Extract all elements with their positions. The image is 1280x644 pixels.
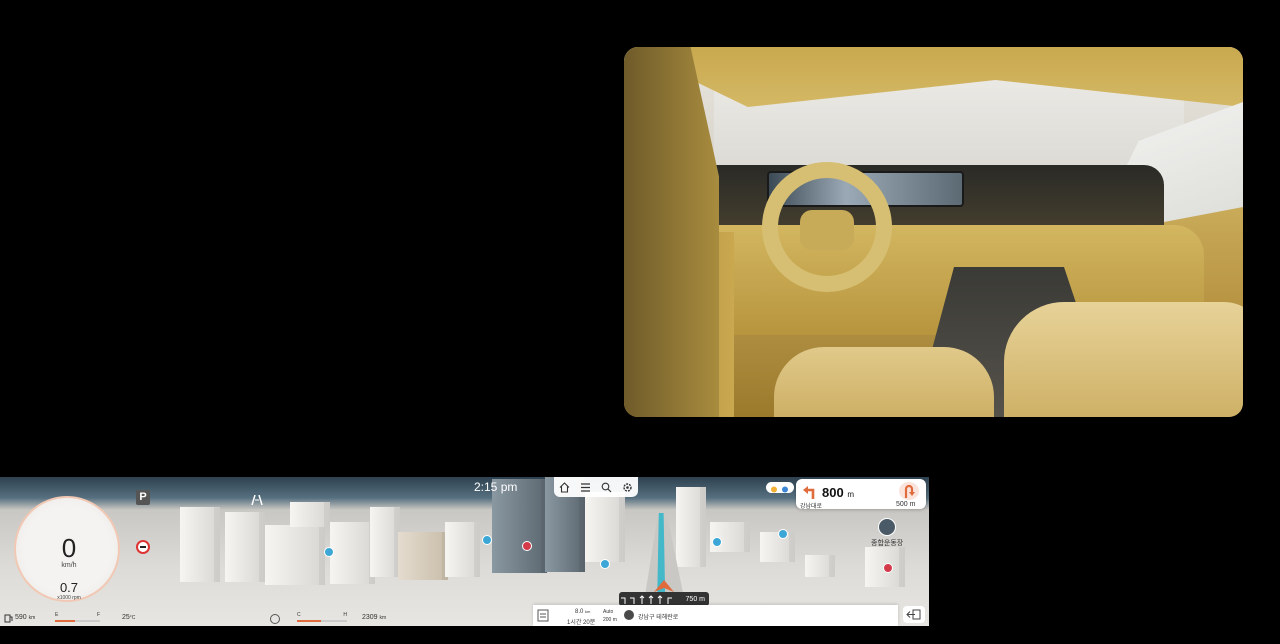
- remaining-distance-value: 8.0: [575, 609, 584, 615]
- menu-icon: [581, 482, 590, 492]
- turn-distance-value: 800: [822, 485, 844, 500]
- building: [225, 512, 265, 582]
- weather-icon: [771, 486, 788, 493]
- poi-marker[interactable]: [778, 529, 788, 539]
- lane-guidance: 750 m: [619, 592, 709, 606]
- home-button[interactable]: [558, 480, 572, 494]
- auto-hold-icon: [270, 614, 280, 624]
- remaining-distance: 8.0 km: [575, 609, 590, 615]
- coolant-gauge-fill: [297, 620, 321, 622]
- poi-marker[interactable]: [600, 559, 610, 569]
- lane-straight-icon: [646, 594, 655, 604]
- place-label: 종합운동장: [871, 540, 904, 547]
- clock: 2:15 pm: [474, 480, 518, 494]
- map-scale: 200 m: [603, 617, 617, 623]
- map-toolbar: [554, 477, 638, 497]
- turn-guidance-card[interactable]: 800 m 강남대로 500 m: [796, 479, 926, 510]
- vehicle-position-icon: [654, 580, 674, 592]
- fuel-full-label: F: [96, 612, 100, 618]
- remaining-distance-unit: km: [585, 609, 591, 614]
- poi-marker[interactable]: [712, 537, 722, 547]
- rpm-value: 0.7: [59, 580, 79, 595]
- speedometer: 0 km/h 0.7 x1000 rpm: [14, 496, 120, 602]
- next-turn-distance: 500 m: [896, 501, 916, 508]
- poi-marker[interactable]: [522, 541, 532, 551]
- route-info-bar[interactable]: 8.0 km 1시간 20분 Auto 200 m 강남구 테헤란로: [533, 605, 898, 626]
- odometer: 2309 km: [362, 614, 386, 621]
- instrument-cluster: 0 km/h 0.7 x1000 rpm P 2:15 pm 800 m 강남대…: [0, 477, 929, 626]
- odometer-value: 2309: [362, 614, 378, 621]
- speed-value: 0: [61, 533, 77, 563]
- search-button[interactable]: [600, 480, 614, 494]
- outside-temperature-unit: °C: [129, 615, 136, 621]
- interior-left-pillar: [624, 47, 719, 417]
- lane-straight-icon: [655, 594, 664, 604]
- lane-assist-icon: [251, 495, 263, 505]
- route-summary-icon[interactable]: [537, 609, 549, 622]
- menu-button[interactable]: [579, 480, 593, 494]
- lane-left-turn-icon: [628, 594, 637, 604]
- building: [290, 502, 330, 527]
- remaining-time: 1시간 20분: [567, 620, 596, 626]
- lane-left-turn-icon: [619, 594, 628, 604]
- building: [585, 492, 625, 562]
- fuel-range-unit: km: [28, 615, 36, 621]
- gear-icon: [623, 482, 632, 492]
- current-location: 강남구 테헤란로: [638, 615, 679, 621]
- building: [265, 525, 325, 585]
- fuel-empty-label: E: [55, 612, 59, 618]
- building: [676, 487, 706, 567]
- poi-marker[interactable]: [482, 535, 492, 545]
- building: [445, 522, 480, 577]
- lane-guidance-distance: 750 m: [685, 595, 705, 603]
- rpm-unit: x1000 rpm: [57, 595, 81, 601]
- turn-distance-unit: m: [847, 490, 854, 499]
- fuel-range-value: 590: [15, 614, 27, 621]
- car-interior-photo: [624, 47, 1243, 417]
- building: [760, 532, 795, 562]
- building: [805, 555, 835, 577]
- fuel-gauge: E F: [55, 612, 100, 623]
- scale-mode[interactable]: Auto: [603, 609, 613, 615]
- fuel-gauge-fill: [55, 620, 75, 622]
- fuel-pump-icon: [4, 614, 13, 623]
- building: [330, 522, 375, 584]
- turn-left-icon: [803, 486, 815, 499]
- gear-indicator: P: [136, 490, 150, 505]
- home-icon: [559, 481, 570, 493]
- connectivity-status: [766, 482, 794, 493]
- compass-icon[interactable]: [624, 610, 634, 620]
- u-turn-icon: [904, 484, 915, 498]
- interior-passenger-seat: [1004, 302, 1243, 417]
- poi-marker[interactable]: [883, 563, 893, 573]
- outside-temperature: 25°C: [122, 614, 135, 621]
- building: [180, 507, 220, 582]
- status-strip: 590 km E F 25°C C H 2309 km: [0, 611, 530, 626]
- speed-unit: km/h: [61, 562, 77, 569]
- steering-hub-logo: [800, 210, 854, 250]
- turn-distance: 800 m: [822, 485, 854, 500]
- lane-straight-icon: [637, 594, 646, 604]
- odometer-unit: km: [379, 615, 387, 621]
- coolant-hot-label: H: [343, 612, 347, 618]
- stadium-icon[interactable]: [878, 518, 896, 536]
- exit-navigation-button[interactable]: [903, 606, 925, 623]
- next-turn-indicator: [899, 482, 919, 500]
- settings-button[interactable]: [621, 480, 635, 494]
- search-icon: [601, 482, 612, 492]
- lane-right-turn-icon: [664, 594, 673, 604]
- interior-driver-seat: [774, 347, 994, 417]
- exit-icon: [906, 609, 921, 620]
- coolant-gauge: C H: [297, 612, 347, 623]
- building: [398, 532, 448, 580]
- turn-road-name: 강남대로: [800, 504, 823, 510]
- poi-marker[interactable]: [324, 547, 334, 557]
- building: [370, 507, 400, 577]
- fuel-range: 590 km: [15, 614, 35, 621]
- coolant-cold-label: C: [297, 612, 301, 618]
- outside-temperature-value: 25: [122, 614, 130, 621]
- no-entry-sign-icon: [136, 540, 150, 554]
